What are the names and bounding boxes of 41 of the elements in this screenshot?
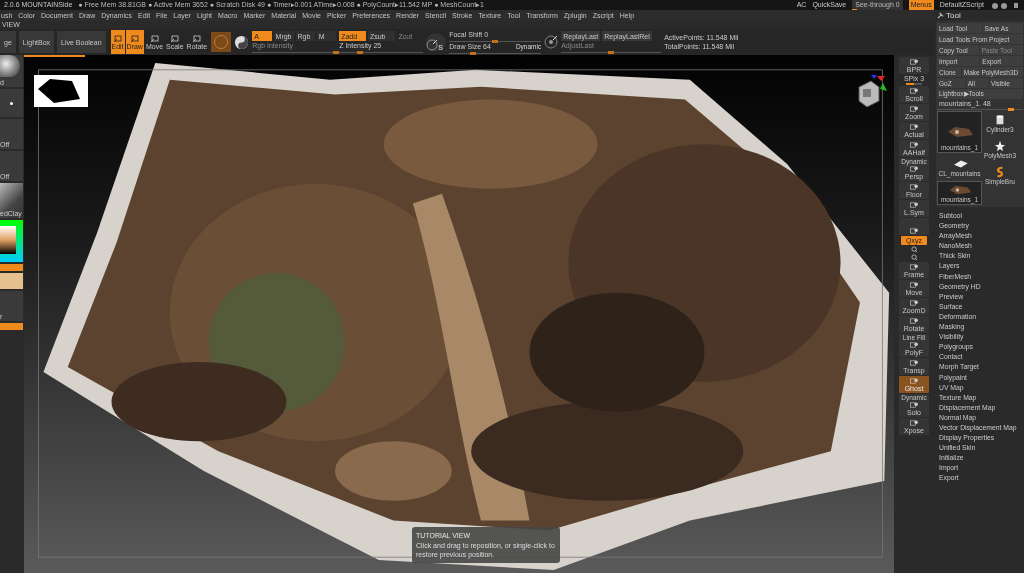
- brush-icon[interactable]: [544, 35, 559, 49]
- palette-title: Tool: [946, 11, 961, 20]
- tool-icon: [909, 87, 919, 95]
- cylinder-icon: [994, 114, 1006, 126]
- s-curve-icon: [994, 166, 1006, 178]
- color-swatch[interactable]: [0, 323, 23, 330]
- magnifier-icon[interactable]: [910, 254, 918, 261]
- tool-icon: [909, 183, 919, 191]
- tool-icon: [909, 341, 919, 349]
- tool-icon: [909, 263, 919, 271]
- frame-icon: [191, 34, 202, 43]
- tool-icon: [909, 227, 919, 235]
- hammer-icon: [937, 12, 944, 19]
- tool-icon: [909, 123, 919, 131]
- tool-icon: [909, 419, 919, 427]
- color-swatch[interactable]: [0, 264, 23, 271]
- navigator-thumbnail[interactable]: [34, 75, 88, 107]
- tool-icon: [909, 377, 919, 385]
- tool-icon: [909, 201, 919, 209]
- frame-icon: [169, 34, 180, 43]
- shelf-button[interactable]: [899, 218, 929, 235]
- frame-icon: [129, 34, 140, 43]
- star-icon: [994, 140, 1006, 152]
- tool-icon: [909, 317, 919, 325]
- color-picker[interactable]: [0, 220, 23, 262]
- tool-icon: [909, 105, 919, 113]
- window-controls-icon[interactable]: [990, 1, 1020, 9]
- stroke-icon: [426, 39, 439, 51]
- tool-icon: [909, 401, 919, 409]
- sphere-icon[interactable]: [234, 34, 250, 50]
- material-swatch[interactable]: [211, 32, 232, 52]
- tool-icon: [909, 281, 919, 289]
- tool-icon: [909, 58, 919, 66]
- frame-icon: [149, 34, 160, 43]
- tool-icon: [909, 165, 919, 173]
- color-swatch[interactable]: [0, 273, 23, 289]
- tool-icon: [909, 359, 919, 367]
- frame-icon: [112, 34, 123, 43]
- tool-icon: [909, 299, 919, 307]
- magnifier-icon[interactable]: [910, 246, 918, 253]
- tool-icon: [909, 141, 919, 149]
